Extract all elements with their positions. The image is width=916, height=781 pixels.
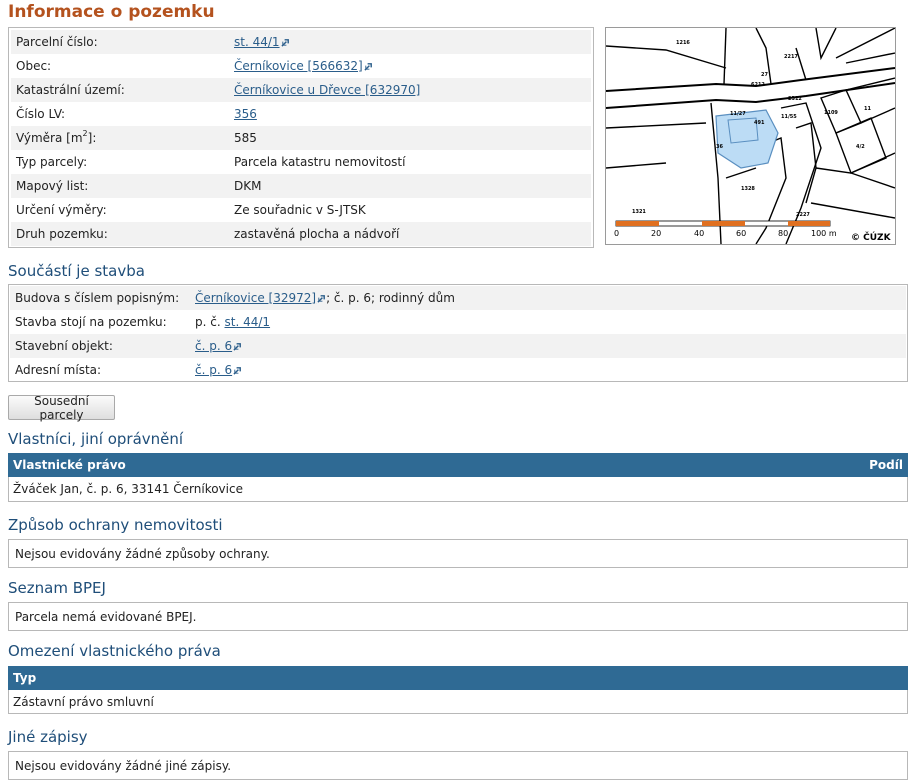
map-label: 2312 xyxy=(788,96,802,102)
parcel-value: Parcela katastru nemovitostí xyxy=(234,155,406,169)
map-label: 1321 xyxy=(632,209,646,215)
external-link-icon[interactable] xyxy=(233,342,242,351)
restrictions-table-header: Typ xyxy=(8,666,908,690)
parcel-row: Typ parcely: Parcela katastru nemovitost… xyxy=(11,150,591,174)
bpej-box: Parcela nemá evidované BPEJ. xyxy=(8,602,908,631)
municipality-link[interactable]: Černíkovice [566632] xyxy=(234,59,363,73)
owners-table-header: Vlastnické právo Podíl xyxy=(8,453,908,477)
building-heading: Součástí je stavba xyxy=(8,262,145,280)
address-link[interactable]: č. p. 6 xyxy=(195,363,232,377)
protection-box: Nejsou evidovány žádné způsoby ochrany. xyxy=(8,539,908,568)
parcel-row: Určení výměry: Ze souřadnic v S-JTSK xyxy=(11,198,591,222)
parcel-value: zastavěná plocha a nádvoří xyxy=(234,227,400,241)
building-municipality-link[interactable]: Černíkovice [32972] xyxy=(195,291,316,305)
external-link-icon[interactable] xyxy=(233,366,242,375)
parcel-label: Druh pozemku: xyxy=(16,227,108,241)
scale-tick: 100 m xyxy=(811,229,837,238)
map-label: 1328 xyxy=(741,186,755,192)
owner-row: Žváček Jan, č. p. 6, 33141 Černíkovice xyxy=(8,477,908,502)
parcel-prefix: p. č. xyxy=(195,315,221,329)
protection-heading: Způsob ochrany nemovitosti xyxy=(8,516,223,534)
owners-col-right: Vlastnické právo xyxy=(13,458,126,472)
map-label: 2217 xyxy=(784,54,798,60)
map-label: 27 xyxy=(761,72,768,78)
building-row: Budova s číslem popisným: Černíkovice [3… xyxy=(10,286,906,310)
parcel-label: Typ parcely: xyxy=(16,155,88,169)
parcel-row: Číslo LV: 356 xyxy=(11,102,591,126)
parcel-row: Druh pozemku: zastavěná plocha a nádvoří xyxy=(11,222,591,246)
parcel-row: Parcelní číslo: st. 44/1 xyxy=(11,30,591,54)
external-link-icon[interactable] xyxy=(317,294,326,303)
cadastral-area-link[interactable]: Černíkovice u Dřevce [632970] xyxy=(234,83,420,97)
lv-number-link[interactable]: 356 xyxy=(234,107,257,121)
building-table: Budova s číslem popisným: Černíkovice [3… xyxy=(8,284,908,382)
building-description: ; č. p. 6; rodinný dům xyxy=(326,291,455,305)
other-heading: Jiné zápisy xyxy=(8,728,88,746)
parcel-value: DKM xyxy=(234,179,262,193)
parcel-info-table: Parcelní číslo: st. 44/1 Obec: Černíkovi… xyxy=(8,27,594,248)
other-box: Nejsou evidovány žádné jiné zápisy. xyxy=(8,751,908,780)
parcel-row: Obec: Černíkovice [566632] xyxy=(11,54,591,78)
map-label: 36 xyxy=(716,144,723,150)
map-label: 491 xyxy=(754,120,765,126)
parcel-map[interactable]: 1216 27 2217 6212 11/27 36 491 11/55 110… xyxy=(605,27,896,245)
building-label: Stavební objekt: xyxy=(15,339,113,353)
restrictions-heading: Omezení vlastnického práva xyxy=(8,642,221,660)
neighbor-parcels-button[interactable]: Sousední parcely xyxy=(8,394,115,422)
building-label: Stavba stojí na pozemku: xyxy=(15,315,167,329)
map-label: 11 xyxy=(864,106,871,112)
owners-heading: Vlastníci, jiní oprávnění xyxy=(8,430,184,448)
parcel-label: Katastrální území: xyxy=(16,83,125,97)
map-label: 2227 xyxy=(796,212,810,218)
scale-tick: 0 xyxy=(614,229,619,238)
protection-text: Nejsou evidovány žádné způsoby ochrany. xyxy=(15,546,270,561)
map-label: 1216 xyxy=(676,40,690,46)
page-title: Informace o pozemku xyxy=(8,2,215,22)
other-text: Nejsou evidovány žádné jiné zápisy. xyxy=(15,758,232,773)
parcel-label: Parcelní číslo: xyxy=(16,35,98,49)
cadastral-map-drawing[interactable]: 1216 27 2217 6212 11/27 36 491 11/55 110… xyxy=(606,28,895,244)
parcel-value: 585 xyxy=(234,131,257,145)
building-row: Adresní místa: č. p. 6 xyxy=(10,358,906,382)
building-parcel-link[interactable]: st. 44/1 xyxy=(225,315,271,329)
parcel-label: Určení výměry: xyxy=(16,203,107,217)
map-label: 11/55 xyxy=(781,114,797,120)
parcel-row: Katastrální území: Černíkovice u Dřevce … xyxy=(11,78,591,102)
map-label: 6212 xyxy=(751,82,765,88)
map-copyright: © ČÚZK xyxy=(851,231,892,243)
restrictions-col-type: Typ xyxy=(13,671,37,685)
building-label: Adresní místa: xyxy=(15,363,102,377)
map-label: 4/2 xyxy=(856,144,865,150)
building-object-link[interactable]: č. p. 6 xyxy=(195,339,232,353)
bpej-text: Parcela nemá evidované BPEJ. xyxy=(15,609,197,624)
scale-tick: 60 xyxy=(736,229,746,238)
parcel-number-link[interactable]: st. 44/1 xyxy=(234,35,280,49)
scale-tick: 80 xyxy=(778,229,788,238)
scale-tick: 40 xyxy=(694,229,704,238)
parcel-label: Číslo LV: xyxy=(16,107,66,121)
parcel-label: Výměra [m2]: xyxy=(16,129,97,145)
parcel-label: Obec: xyxy=(16,59,52,73)
bpej-heading: Seznam BPEJ xyxy=(8,579,106,597)
scale-tick: 20 xyxy=(651,229,661,238)
parcel-label: Mapový list: xyxy=(16,179,89,193)
owner-name: Žváček Jan, č. p. 6, 33141 Černíkovice xyxy=(13,482,243,496)
owners-col-share: Podíl xyxy=(869,458,903,472)
external-link-icon[interactable] xyxy=(281,38,290,47)
building-label: Budova s číslem popisným: xyxy=(15,291,180,305)
parcel-row: Výměra [m2]: 585 xyxy=(11,126,591,150)
building-row: Stavební objekt: č. p. 6 xyxy=(10,334,906,358)
map-label: 11/27 xyxy=(730,111,746,117)
parcel-value: Ze souřadnic v S-JTSK xyxy=(234,203,366,217)
restriction-type: Zástavní právo smluvní xyxy=(13,694,154,709)
map-label: 1109 xyxy=(824,110,838,116)
external-link-icon[interactable] xyxy=(364,62,373,71)
building-row: Stavba stojí na pozemku: p. č. st. 44/1 xyxy=(10,310,906,334)
restriction-row: Zástavní právo smluvní xyxy=(8,690,908,714)
parcel-row: Mapový list: DKM xyxy=(11,174,591,198)
